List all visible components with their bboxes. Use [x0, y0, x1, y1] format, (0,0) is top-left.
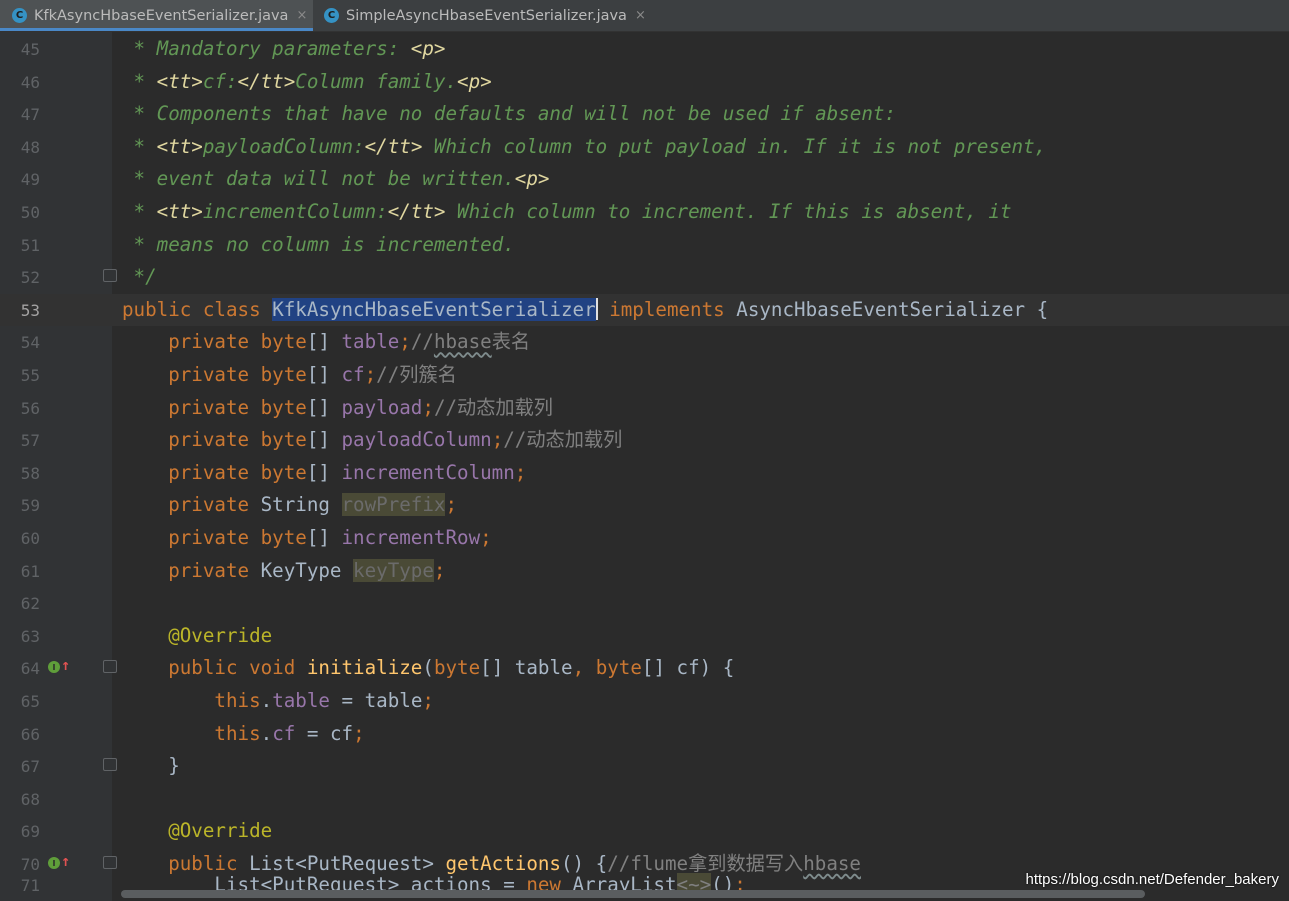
code-text[interactable]: * <tt>payloadColumn:</tt> Which column t… — [122, 135, 1047, 159]
code-text[interactable]: * <tt>cf:</tt>Column family.<p> — [122, 70, 492, 94]
line-number: 45 — [20, 40, 40, 59]
code-line[interactable]: 52 */ — [0, 261, 1289, 294]
tab-label: SimpleAsyncHbaseEventSerializer.java — [346, 7, 627, 24]
code-line[interactable]: 55 private byte[] cf;//列簇名 — [0, 359, 1289, 392]
line-number: 67 — [20, 757, 40, 777]
code-text[interactable]: public class KfkAsyncHbaseEventSerialize… — [122, 297, 1048, 322]
line-number: 69 — [20, 822, 40, 842]
code-line[interactable]: 61 private KeyType keyType; — [0, 555, 1289, 588]
class-icon: C — [324, 8, 339, 23]
line-number: 51 — [20, 235, 40, 255]
code-text[interactable]: this.cf = cf; — [122, 722, 364, 746]
line-number: 53 — [20, 300, 40, 320]
code-line[interactable]: 69 @Override — [0, 815, 1289, 848]
code-text[interactable]: * <tt>incrementColumn:</tt> Which column… — [122, 200, 1012, 224]
code-line[interactable]: 47 * Components that have no defaults an… — [0, 98, 1289, 131]
code-text[interactable]: private byte[] incrementRow; — [122, 526, 491, 550]
code-text[interactable]: this.table = table; — [122, 689, 434, 713]
fold-start-icon[interactable] — [103, 856, 117, 869]
fold-end-icon[interactable] — [103, 269, 117, 283]
line-number: 57 — [20, 431, 40, 451]
code-line[interactable]: 48 * <tt>payloadColumn:</tt> Which colum… — [0, 131, 1289, 164]
code-text[interactable]: * Components that have no defaults and w… — [122, 102, 896, 126]
code-line[interactable]: 58 private byte[] incrementColumn; — [0, 457, 1289, 490]
code-line[interactable]: 54 private byte[] table;//hbase表名 — [0, 326, 1289, 359]
line-number: 65 — [20, 692, 40, 711]
line-number: 55 — [20, 366, 40, 385]
editor-tab-bar: C KfkAsyncHbaseEventSerializer.java × C … — [0, 0, 1289, 32]
line-number: 66 — [20, 724, 40, 744]
code-line-current[interactable]: 53 public class KfkAsyncHbaseEventSerial… — [0, 293, 1289, 327]
code-line[interactable]: 65 this.table = table; — [0, 685, 1289, 718]
watermark: https://blog.csdn.net/Defender_bakery — [1025, 871, 1280, 888]
line-number: 62 — [20, 594, 40, 614]
code-line[interactable]: 60 private byte[] incrementRow; — [0, 522, 1289, 555]
line-number: 71 — [20, 875, 40, 895]
code-line[interactable]: 59 private String rowPrefix; — [0, 489, 1289, 522]
line-number: 68 — [20, 789, 40, 809]
code-text[interactable]: private byte[] cf;//列簇名 — [122, 363, 457, 387]
tab-label: KfkAsyncHbaseEventSerializer.java — [34, 7, 289, 24]
implements-override-icon[interactable]: I ↑ — [48, 656, 70, 677]
code-text[interactable]: * Mandatory parameters: <p> — [122, 37, 446, 61]
code-line[interactable]: 63 @Override — [0, 620, 1289, 653]
code-line[interactable]: 64 I ↑ public void initialize(byte[] tabl… — [0, 652, 1289, 685]
line-number: 61 — [20, 561, 40, 581]
code-text[interactable]: @Override — [122, 819, 272, 843]
code-text[interactable]: private byte[] incrementColumn; — [122, 461, 526, 485]
line-number: 60 — [20, 529, 40, 548]
class-icon: C — [12, 8, 27, 23]
code-line[interactable]: 45 * Mandatory parameters: <p> — [0, 33, 1289, 66]
line-number: 52 — [20, 268, 40, 288]
line-number: 64 — [20, 659, 40, 679]
code-text[interactable]: private KeyType keyType; — [122, 558, 445, 583]
code-text[interactable]: public void initialize(byte[] table, byt… — [122, 656, 734, 680]
fold-start-icon[interactable] — [103, 660, 117, 674]
line-number: 47 — [20, 105, 40, 125]
close-icon[interactable]: × — [296, 8, 307, 23]
code-text[interactable]: private byte[] payloadColumn;//动态加载列 — [122, 428, 622, 452]
line-number: 54 — [20, 333, 40, 353]
code-text[interactable]: @Override — [122, 624, 272, 648]
code-text[interactable]: * event data will not be written.<p> — [122, 167, 550, 191]
fold-end-icon[interactable] — [103, 758, 117, 772]
line-number: 48 — [20, 137, 40, 157]
code-line[interactable]: 50 * <tt>incrementColumn:</tt> Which col… — [0, 196, 1289, 229]
code-line[interactable]: 49 * event data will not be written.<p> — [0, 163, 1289, 196]
line-number: 63 — [20, 626, 40, 646]
line-number: 46 — [20, 72, 40, 92]
code-line[interactable]: 62 — [0, 587, 1289, 620]
line-number: 56 — [20, 398, 40, 418]
line-number: 50 — [20, 203, 40, 222]
horizontal-scrollbar[interactable] — [121, 890, 1145, 898]
code-line[interactable]: 68 — [0, 783, 1289, 816]
selected-class-name[interactable]: KfkAsyncHbaseEventSerializer — [272, 297, 596, 321]
code-line[interactable]: 57 private byte[] payloadColumn;//动态加载列 — [0, 424, 1289, 457]
code-text[interactable]: } — [122, 754, 180, 778]
line-number: 59 — [20, 496, 40, 516]
close-icon[interactable]: × — [635, 8, 646, 23]
tab-simple-async-hbase-event-serializer[interactable]: C SimpleAsyncHbaseEventSerializer.java × — [314, 0, 654, 31]
code-line[interactable]: 46 * <tt>cf:</tt>Column family.<p> — [0, 66, 1289, 99]
code-line[interactable]: 56 private byte[] payload;//动态加载列 — [0, 392, 1289, 425]
code-text[interactable]: private byte[] table;//hbase表名 — [122, 330, 530, 354]
code-text[interactable]: */ — [122, 265, 157, 289]
tab-kfk-async-hbase-event-serializer[interactable]: C KfkAsyncHbaseEventSerializer.java × — [0, 0, 313, 31]
code-text[interactable]: private byte[] payload;//动态加载列 — [122, 396, 553, 420]
code-line[interactable]: 66 this.cf = cf; — [0, 718, 1289, 751]
code-line[interactable]: 67 } — [0, 750, 1289, 783]
line-number: 49 — [20, 170, 40, 190]
line-number: 58 — [20, 463, 40, 483]
code-line[interactable]: 51 * means no column is incremented. — [0, 229, 1289, 262]
code-text[interactable]: private String rowPrefix; — [122, 493, 457, 517]
code-text[interactable]: * means no column is incremented. — [122, 233, 515, 257]
